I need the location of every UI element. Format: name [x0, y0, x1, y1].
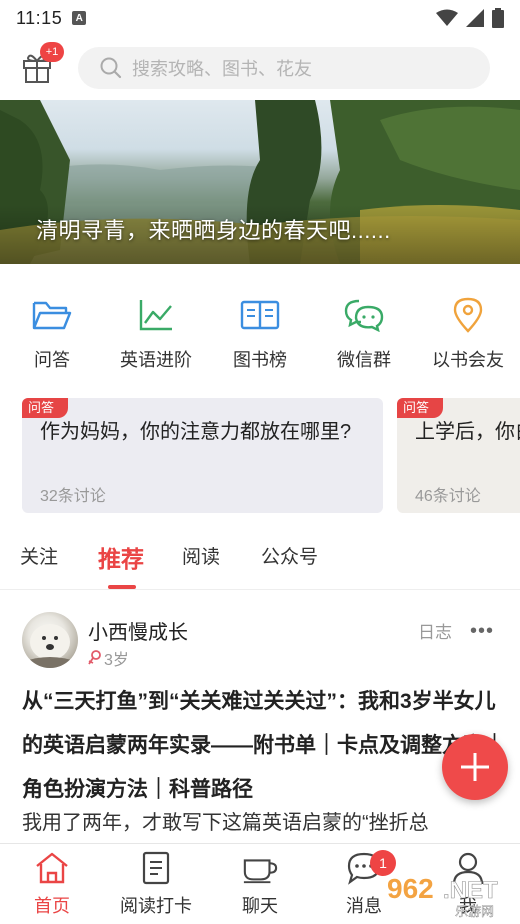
category-label: 微信群 [337, 350, 391, 370]
category-qa[interactable]: 问答 [0, 296, 104, 372]
search-input[interactable]: 搜索攻略、图书、花友 [78, 47, 490, 89]
banner-title: 清明寻青，来晒晒身边的春天吧...... [36, 218, 391, 243]
gift-badge: +1 [40, 42, 64, 62]
feed-tabs: 关注 推荐 阅读 公众号 [0, 530, 520, 590]
post-title[interactable]: 从“三天打鱼”到“关关难过关关过”：我和3岁半女儿的英语启蒙两年实录——附书单｜… [22, 680, 512, 812]
top-header: +1 搜索攻略、图书、花友 [0, 36, 520, 100]
tab-recommend[interactable]: 推荐 [98, 540, 144, 574]
category-book-friends[interactable]: 以书会友 [416, 296, 520, 372]
discussion-count: 32条讨论 [40, 488, 106, 505]
location-pin-icon [447, 296, 489, 334]
svg-text:962: 962 [387, 873, 434, 904]
nav-label: 首页 [34, 896, 70, 916]
category-english[interactable]: 英语进阶 [104, 296, 208, 372]
author-name[interactable]: 小西慢成长 [88, 616, 188, 645]
tab-reading[interactable]: 阅读 [182, 542, 220, 569]
nav-label: 阅读打卡 [120, 896, 192, 916]
wifi-icon [436, 9, 458, 26]
nav-label: 聊天 [242, 896, 278, 916]
search-placeholder: 搜索攻略、图书、花友 [132, 59, 312, 79]
question-text: 上学后，你白”时间? [415, 421, 520, 443]
category-label: 问答 [34, 350, 70, 370]
category-row: 问答 英语进阶 图书榜 微信群 以书会友 [0, 296, 520, 372]
post-type-label: 日志 [418, 623, 452, 642]
status-icons [436, 8, 504, 28]
status-time: 11:15 [16, 7, 63, 28]
book-icon [239, 296, 281, 334]
create-post-button[interactable] [442, 734, 508, 800]
avatar[interactable] [22, 612, 78, 668]
signal-icon [466, 9, 484, 27]
battery-icon [492, 8, 504, 28]
question-card[interactable]: 问答 作为妈妈，你的注意力都放在哪里? 32条讨论 [22, 398, 383, 513]
category-label: 以书会友 [432, 350, 504, 370]
plus-icon [461, 753, 489, 781]
age-text: 3岁 [104, 652, 129, 669]
nav-chat[interactable]: 聊天 [208, 844, 312, 924]
tab-official-accounts[interactable]: 公众号 [261, 542, 318, 569]
feed-post[interactable]: 小西慢成长 3岁 日志 ••• 从“三天打鱼”到“关关难过关关过”：我和3岁半女… [0, 606, 520, 842]
search-icon [100, 57, 122, 79]
question-tag: 问答 [22, 398, 69, 418]
nav-reading-checkin[interactable]: 阅读打卡 [104, 844, 208, 924]
svg-text:乐游网: 乐游网 [455, 905, 494, 920]
category-label: 图书榜 [233, 350, 287, 370]
discussion-count: 46条讨论 [415, 488, 481, 505]
notification-icon: A [72, 11, 87, 25]
watermark-logo: 962 .NET 乐游网 [387, 873, 498, 920]
post-excerpt[interactable]: 我用了两年，才敢写下这篇英语启蒙的“挫折总 [22, 806, 502, 835]
banner[interactable]: 清明寻青，来晒晒身边的春天吧...... [0, 100, 520, 264]
home-icon [34, 850, 70, 886]
folder-icon [31, 296, 73, 334]
question-text: 作为妈妈，你的注意力都放在哪里? [40, 421, 352, 443]
chat-bubbles-icon [343, 296, 385, 334]
svg-text:.NET: .NET [443, 877, 498, 904]
status-bar: 11:15 A [0, 0, 520, 36]
question-card-carousel[interactable]: 问答 作为妈妈，你的注意力都放在哪里? 32条讨论 问答 上学后，你白”时间? … [0, 398, 520, 514]
category-wechat-group[interactable]: 微信群 [312, 296, 416, 372]
nav-label: 消息 [346, 896, 382, 916]
active-tab-indicator [108, 585, 136, 589]
category-book-rank[interactable]: 图书榜 [208, 296, 312, 372]
trend-chart-icon [135, 296, 177, 334]
tab-follow[interactable]: 关注 [20, 542, 58, 569]
female-icon [88, 650, 101, 665]
category-label: 英语进阶 [120, 350, 192, 370]
checklist-icon [138, 850, 174, 886]
question-tag: 问答 [397, 398, 444, 418]
cup-icon [242, 850, 278, 886]
nav-home[interactable]: 首页 [0, 844, 104, 924]
question-card[interactable]: 问答 上学后，你白”时间? 46条讨论 [397, 398, 520, 513]
child-age: 3岁 [88, 646, 129, 670]
more-options-icon[interactable]: ••• [470, 620, 494, 643]
